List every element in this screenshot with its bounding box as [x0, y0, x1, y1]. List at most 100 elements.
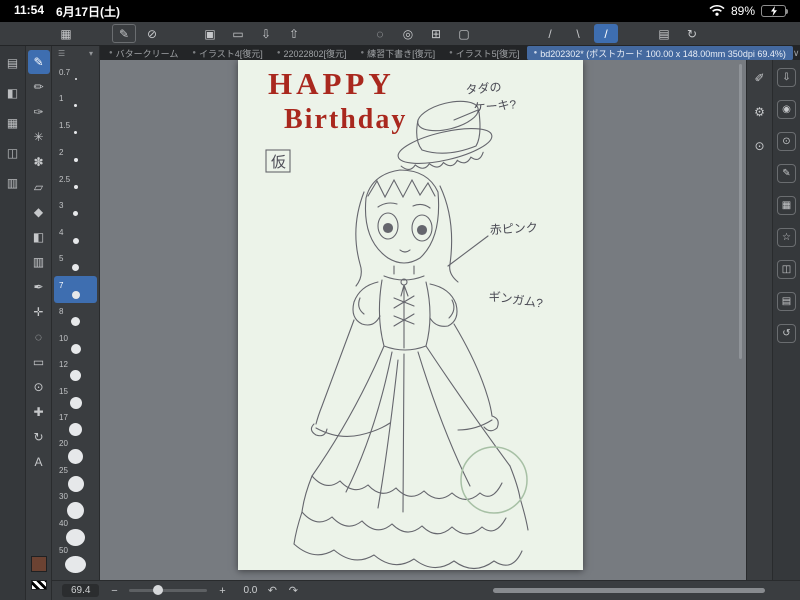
rotation-value[interactable]: 0.0 [243, 585, 257, 596]
size-dot [71, 317, 80, 326]
layers-panel-icon[interactable]: ▤ [777, 292, 796, 311]
vertical-scrollbar[interactable] [739, 64, 742, 359]
tab-document-1[interactable]: ● バタークリーム [102, 46, 185, 60]
deselect-icon[interactable]: ◎ [396, 24, 420, 43]
pen-tool[interactable]: ✎ [27, 50, 50, 74]
palette-menu-icon[interactable]: ☰ [58, 49, 65, 58]
zoom-in-button[interactable]: + [216, 585, 228, 597]
brush-size-row[interactable]: 3 [54, 195, 97, 222]
collapse-icon[interactable]: ▾ [89, 49, 93, 58]
hand-tool[interactable]: ✚ [28, 400, 50, 424]
edit-pen-icon[interactable]: ✐ [750, 68, 770, 88]
tab-document-2[interactable]: ● イラスト4[復元] [185, 46, 269, 60]
eraser-tool[interactable]: ▱ [28, 175, 50, 199]
search-panel-icon[interactable]: ⊙ [777, 132, 796, 151]
subview-palette-icon[interactable]: ◫ [3, 144, 23, 162]
material-panel-icon[interactable]: ▦ [777, 196, 796, 215]
app-menu-icon[interactable]: ▦ [54, 24, 78, 43]
navigator-icon[interactable]: ◫ [777, 260, 796, 279]
tool-strip: ✎ ✏ ✑ ✳ ✽ ▱ ◆ ◧ ▥ ✒ ✛ ◌ ▭ ⊙ ✚ ↻ A [26, 46, 52, 600]
line-rule-icon[interactable]: / [594, 24, 618, 43]
tab-list-chevron-icon[interactable]: ∨ [793, 48, 800, 59]
tab-document-active[interactable]: ● bd202302* (ポストカード 100.00 x 148.00mm 35… [526, 46, 793, 60]
open-file-icon[interactable]: ▭ [226, 24, 250, 43]
pencil-tool[interactable]: ✏ [28, 75, 50, 99]
zoom-tool[interactable]: ⊙ [28, 375, 50, 399]
layer-palette-icon[interactable]: ▤ [3, 54, 23, 72]
tab-document-3[interactable]: ● 22022802[復元] [270, 46, 354, 60]
move-tool[interactable]: ✛ [28, 300, 50, 324]
zoom-slider[interactable] [129, 585, 208, 595]
brush-size-row[interactable]: 50 [54, 546, 97, 573]
line-curve-icon[interactable]: \ [566, 24, 590, 43]
size-label: 7 [59, 280, 64, 290]
gradient-tool[interactable]: ▥ [28, 250, 50, 274]
text-tool[interactable]: A [28, 450, 50, 474]
workspace-icon[interactable]: ▤ [652, 24, 676, 43]
horizontal-scrollbar[interactable] [314, 588, 784, 593]
share-icon[interactable]: ⇧ [282, 24, 306, 43]
zoom-value[interactable]: 69.4 [62, 584, 100, 597]
settings-gear-icon[interactable]: ⚙ [750, 102, 770, 122]
brush-size-row[interactable]: 17 [54, 411, 97, 438]
brush-size-row[interactable]: 1 [54, 87, 97, 114]
horizontal-scrollbar-thumb[interactable] [492, 588, 766, 593]
size-label: 30 [59, 492, 68, 501]
transparent-color-icon[interactable]: ⊘ [140, 24, 164, 43]
canvas-frame-icon[interactable]: ▢ [452, 24, 476, 43]
blend-tool[interactable]: ◆ [28, 200, 50, 224]
redo-icon[interactable]: ↷ [287, 584, 299, 597]
brush-size-row[interactable]: 20 [54, 438, 97, 465]
pen-shortcut-icon[interactable]: ✎ [112, 24, 136, 43]
brush-size-row[interactable]: 2.5 [54, 168, 97, 195]
transparent-color-swatch[interactable] [30, 580, 47, 590]
brush-size-row[interactable]: 1.5 [54, 114, 97, 141]
size-dot [67, 502, 84, 519]
reset-view-icon[interactable]: ↻ [680, 24, 704, 43]
brush-size-row[interactable]: 25 [54, 465, 97, 492]
brush-size-row[interactable]: 15 [54, 384, 97, 411]
zoom-out-button[interactable]: − [108, 585, 120, 597]
rotate-tool[interactable]: ↻ [28, 425, 50, 449]
brush-size-row-selected[interactable]: 7 [54, 276, 97, 303]
brush-size-row[interactable]: 5 [54, 249, 97, 276]
brush-panel-icon[interactable]: ✎ [777, 164, 796, 183]
tab-label: 22022802[復元] [283, 48, 347, 59]
size-label: 0.7 [59, 67, 71, 77]
fill-tool[interactable]: ◧ [28, 225, 50, 249]
main-color-swatch[interactable] [30, 556, 47, 572]
history-icon[interactable]: ↺ [777, 324, 796, 343]
brush-size-row[interactable]: 30 [54, 492, 97, 519]
canvas[interactable]: HAPPY Birthday 仮 タダの ケーキ? 赤ピンク ギンガム? [238, 60, 583, 570]
brush-size-row[interactable]: 0.7 [54, 60, 97, 87]
brush-tool[interactable]: ✑ [28, 100, 50, 124]
search-icon[interactable]: ⊙ [750, 136, 770, 156]
select-area-icon[interactable]: ◌ [368, 24, 392, 43]
undo-icon[interactable]: ↶ [266, 584, 278, 597]
decoration-tool[interactable]: ✽ [28, 150, 50, 174]
selection-tool[interactable]: ▭ [28, 350, 50, 374]
material-palette-icon[interactable]: ▦ [3, 114, 23, 132]
line-straight-icon[interactable]: / [538, 24, 562, 43]
eyedropper-tool[interactable]: ✒ [28, 275, 50, 299]
new-canvas-icon[interactable]: ▣ [198, 24, 222, 43]
transform-icon[interactable]: ⊞ [424, 24, 448, 43]
zoom-slider-thumb[interactable] [152, 585, 163, 595]
brush-size-row[interactable]: 12 [54, 357, 97, 384]
import-icon[interactable]: ⇩ [777, 68, 796, 87]
brush-size-row[interactable]: 2 [54, 141, 97, 168]
brush-size-row[interactable]: 10 [54, 330, 97, 357]
camera-icon[interactable]: ◉ [777, 100, 796, 119]
favorites-icon[interactable]: ☆ [777, 228, 796, 247]
lasso-tool[interactable]: ◌ [28, 325, 50, 349]
save-icon[interactable]: ⇩ [254, 24, 278, 43]
tab-document-4[interactable]: ● 練習下書き[復元] [353, 46, 442, 60]
workspace-palette-icon[interactable]: ▥ [3, 174, 23, 192]
airbrush-tool[interactable]: ✳ [28, 125, 50, 149]
brush-size-row[interactable]: 40 [54, 519, 97, 546]
tab-document-5[interactable]: ● イラスト5[復元] [442, 46, 526, 60]
color-palette-icon[interactable]: ◧ [3, 84, 23, 102]
brush-size-row[interactable]: 4 [54, 222, 97, 249]
brush-size-row[interactable]: 8 [54, 303, 97, 330]
size-dot [74, 104, 77, 107]
